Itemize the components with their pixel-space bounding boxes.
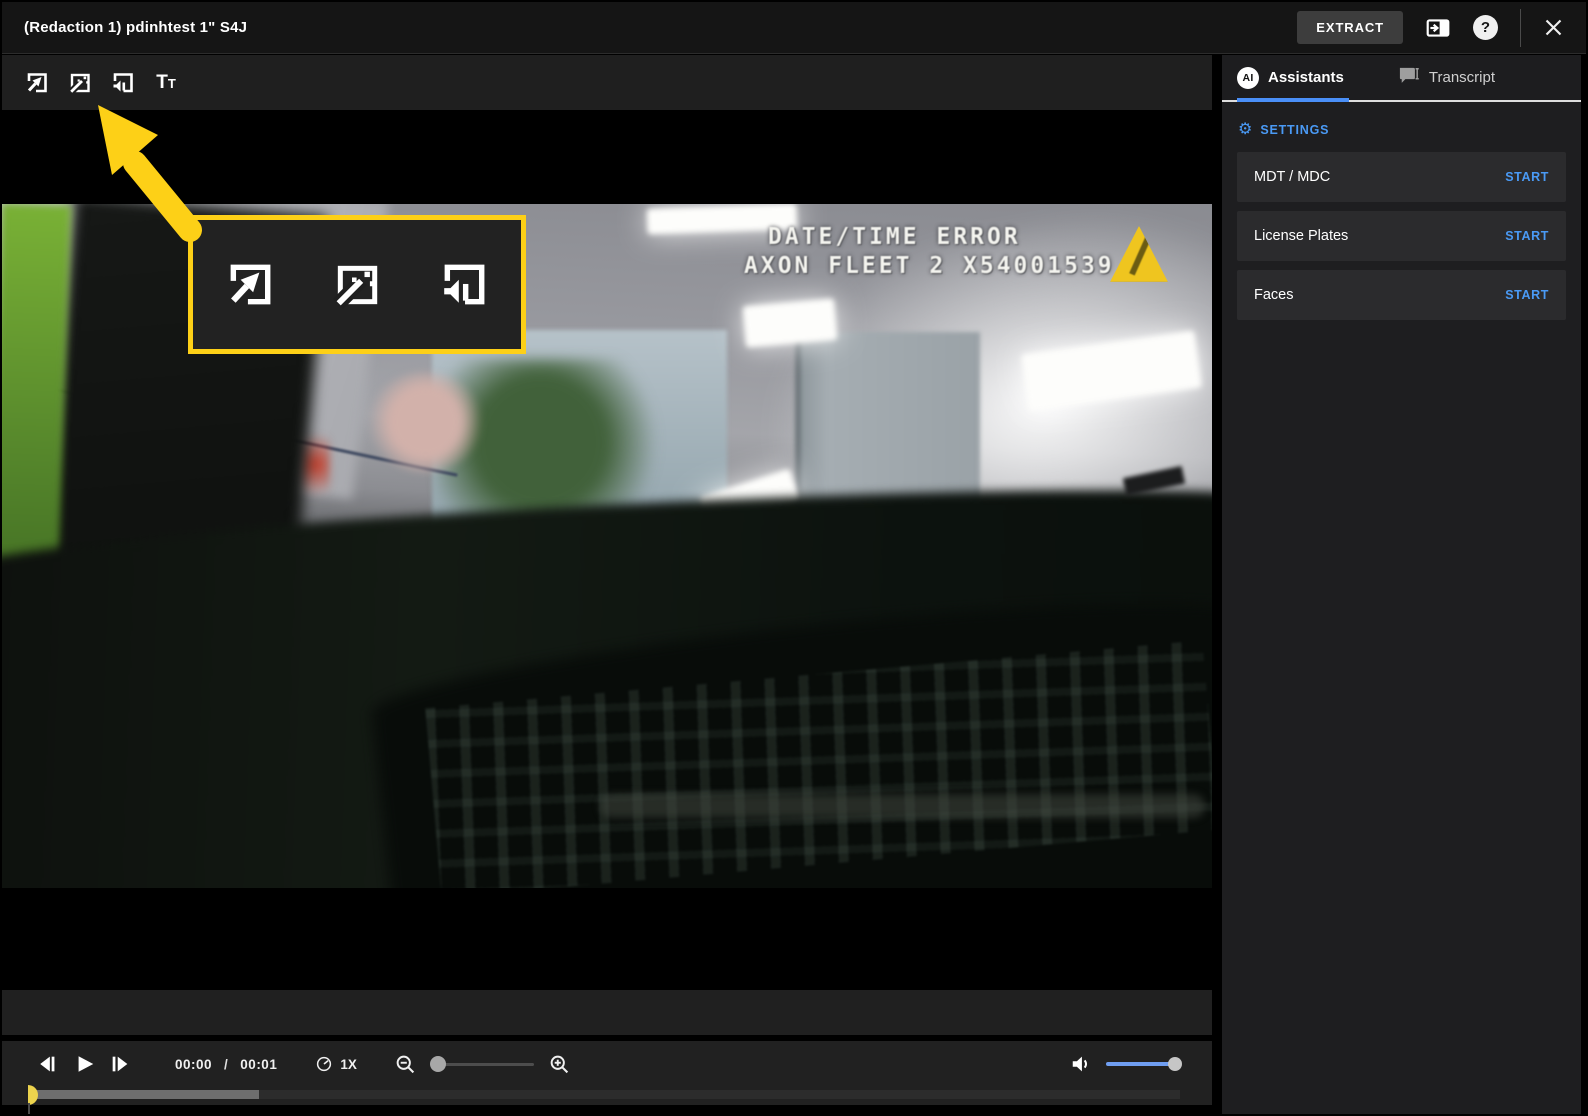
- panel-toggle-button[interactable]: [1425, 15, 1451, 41]
- video-stage: DATE/TIME ERROR AXON FLEET 2 X54001539: [2, 110, 1212, 984]
- zoom-out-icon: [395, 1054, 416, 1075]
- header-bar: (Redaction 1) pdinhtest 1" S4J EXTRACT ?: [2, 2, 1586, 54]
- assistant-name: License Plates: [1254, 228, 1349, 244]
- assistants-sidebar: AI Assistants Transcript ⚙ SETTINGS MDT …: [1222, 55, 1581, 1114]
- tab-assistants[interactable]: AI Assistants: [1237, 66, 1344, 89]
- play-icon: [74, 1053, 96, 1075]
- start-faces-button[interactable]: START: [1505, 284, 1549, 306]
- blurred-watermark: [600, 794, 1205, 818]
- mute-button[interactable]: [1070, 1053, 1092, 1075]
- panel-gap: [1212, 55, 1222, 1114]
- audio-box-icon: [111, 71, 135, 95]
- tab-transcript-label: Transcript: [1428, 69, 1495, 86]
- help-button[interactable]: ?: [1473, 15, 1498, 40]
- text-tool-button[interactable]: TT: [153, 70, 179, 96]
- ai-badge-icon: AI: [1237, 66, 1259, 89]
- camera-overlay-line1: DATE/TIME ERROR: [768, 224, 1021, 250]
- gear-icon: ⚙: [1238, 121, 1253, 138]
- speed-gauge-icon: [315, 1055, 333, 1073]
- play-button[interactable]: [74, 1053, 96, 1075]
- box-redaction-tool-button[interactable]: [24, 70, 50, 96]
- zoom-slider-handle[interactable]: [429, 1056, 446, 1072]
- assistant-name: MDT / MDC: [1254, 169, 1331, 185]
- next-frame-icon: [109, 1053, 131, 1075]
- duration: 00:01: [240, 1056, 278, 1072]
- playback-speed-button[interactable]: 1X: [315, 1055, 357, 1073]
- time-display: 00:00 / 00:01: [175, 1057, 277, 1072]
- text-tool-icon: TT: [156, 71, 176, 93]
- highlight-callout-box: [188, 215, 526, 354]
- cursor-box-icon: [225, 260, 275, 310]
- current-time: 00:00: [175, 1056, 213, 1072]
- volume-slider[interactable]: [1106, 1057, 1182, 1071]
- assistant-card-license-plates: License Plates START: [1237, 211, 1566, 261]
- seek-bar-loaded[interactable]: [28, 1090, 259, 1099]
- active-tab-indicator: [1237, 98, 1349, 102]
- volume-controls: [1070, 1053, 1182, 1075]
- tab-assistants-label: Assistants: [1268, 69, 1344, 86]
- extract-button[interactable]: EXTRACT: [1297, 11, 1403, 44]
- panel-toggle-icon: [1425, 15, 1451, 41]
- help-icon: ?: [1473, 15, 1498, 40]
- next-frame-button[interactable]: [109, 1053, 131, 1075]
- camera-overlay-line2: AXON FLEET 2 X54001539: [744, 253, 1115, 279]
- smart-wand-tool-button[interactable]: [67, 70, 93, 96]
- time-separator: /: [224, 1056, 229, 1072]
- header-divider: [1520, 8, 1521, 47]
- start-mdt-mdc-button[interactable]: START: [1505, 166, 1549, 188]
- previous-frame-icon: [37, 1053, 59, 1075]
- page-title: (Redaction 1) pdinhtest 1" S4J: [24, 19, 248, 36]
- player-panel: TT DATE/TIME ERROR AXON FLEET 2 X5400153…: [2, 55, 1212, 1114]
- volume-slider-handle[interactable]: [1168, 1057, 1182, 1071]
- wand-box-icon: [332, 260, 382, 310]
- close-button[interactable]: [1543, 17, 1564, 38]
- assistant-name: Faces: [1254, 287, 1294, 303]
- zoom-in-button[interactable]: [549, 1054, 570, 1075]
- close-icon: [1543, 17, 1564, 38]
- playback-controls-bar: 00:00 / 00:01 1X: [2, 1035, 1212, 1114]
- header-actions: EXTRACT ?: [1297, 8, 1564, 47]
- main-area: TT DATE/TIME ERROR AXON FLEET 2 X5400153…: [2, 55, 1586, 1114]
- controls-row: 00:00 / 00:01 1X: [2, 1041, 1212, 1079]
- zoom-in-icon: [549, 1054, 570, 1075]
- playhead[interactable]: [28, 1085, 38, 1105]
- speaker-icon: [1070, 1053, 1092, 1075]
- seek-bar[interactable]: [28, 1085, 1212, 1114]
- previous-frame-button[interactable]: [37, 1053, 59, 1075]
- redaction-studio-window: (Redaction 1) pdinhtest 1" S4J EXTRACT ?: [0, 0, 1588, 1116]
- start-license-plates-button[interactable]: START: [1505, 225, 1549, 247]
- cursor-box-icon: [25, 71, 49, 95]
- assistant-card-faces: Faces START: [1237, 270, 1566, 320]
- transcript-bubble-icon: [1398, 66, 1420, 89]
- zoom-slider[interactable]: [429, 1056, 534, 1072]
- settings-label: SETTINGS: [1260, 123, 1330, 137]
- tab-transcript[interactable]: Transcript: [1398, 66, 1495, 89]
- sidebar-tabbar: AI Assistants Transcript: [1222, 55, 1581, 102]
- audio-box-icon: [439, 260, 489, 310]
- playhead-tick: [28, 1103, 30, 1114]
- assistant-card-mdt-mdc: MDT / MDC START: [1237, 152, 1566, 202]
- zoom-out-button[interactable]: [395, 1054, 416, 1075]
- speed-value: 1X: [340, 1056, 357, 1072]
- timeline-strip: [2, 984, 1212, 1035]
- wand-box-icon: [68, 71, 92, 95]
- assistants-settings-button[interactable]: ⚙ SETTINGS: [1238, 122, 1329, 138]
- video-frame: DATE/TIME ERROR AXON FLEET 2 X54001539: [2, 204, 1212, 888]
- redaction-toolbar: TT: [2, 55, 1212, 110]
- audio-redaction-tool-button[interactable]: [110, 70, 136, 96]
